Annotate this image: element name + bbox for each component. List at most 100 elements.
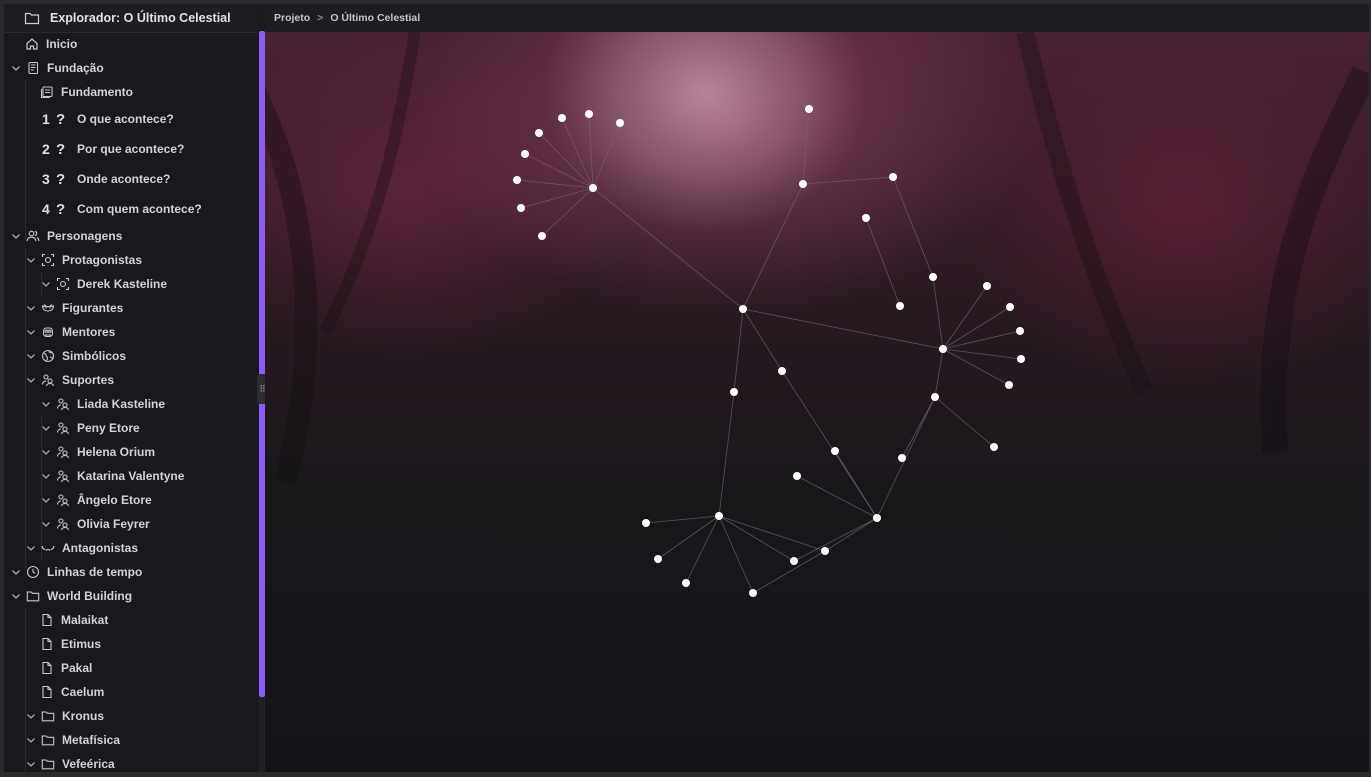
tree-item-protagonistas[interactable]: Protagonistas (4, 248, 258, 272)
graph-node[interactable] (873, 514, 881, 522)
graph-node[interactable] (805, 105, 813, 113)
graph-node[interactable] (715, 512, 723, 520)
graph-node[interactable] (929, 273, 937, 281)
tree-item-label: Caelum (61, 685, 105, 699)
people-icon (56, 446, 70, 459)
graph-node[interactable] (739, 305, 747, 313)
graph-node[interactable] (749, 589, 757, 597)
tree-item-fundamento[interactable]: Fundamento (4, 80, 258, 104)
chevron-down-icon (27, 546, 35, 551)
graph-edge (733, 308, 744, 393)
graph-edge (588, 113, 594, 189)
tree-item-helena-orium[interactable]: Helena Orium (4, 440, 258, 464)
graph-node[interactable] (730, 388, 738, 396)
graph-node[interactable] (793, 472, 801, 480)
breadcrumb-root[interactable]: Projeto (274, 12, 310, 24)
graph-edge (718, 515, 826, 552)
graph-node[interactable] (642, 519, 650, 527)
graph-node[interactable] (1017, 355, 1025, 363)
graph-node[interactable] (778, 367, 786, 375)
tree-item-katarina-valentyne[interactable]: Katarina Valentyne (4, 464, 258, 488)
graph-node[interactable] (862, 214, 870, 222)
question-mark-icon: ? (56, 110, 66, 128)
graph-svg[interactable] (265, 32, 1369, 772)
graph-edge (942, 348, 1010, 386)
chevron-down-icon (27, 714, 35, 719)
tree-item-question-4[interactable]: 4 ? Com quem acontece? (4, 194, 258, 224)
graph-edge (901, 396, 936, 459)
graph-node[interactable] (682, 579, 690, 587)
tree-item-label: Simbólicos (62, 349, 127, 363)
graph-node[interactable] (821, 547, 829, 555)
tree-item-suportes[interactable]: Suportes (4, 368, 258, 392)
chevron-down-icon (42, 522, 50, 527)
graph-node[interactable] (799, 180, 807, 188)
graph-node[interactable] (898, 454, 906, 462)
tree-item-label: Suportes (62, 373, 115, 387)
graph-edge (718, 391, 735, 517)
graph-view[interactable] (265, 32, 1369, 772)
question-number: 1 (42, 111, 50, 127)
tree-item-etimus[interactable]: Etimus (4, 632, 258, 656)
graph-node[interactable] (517, 204, 525, 212)
tree-item-metafisica[interactable]: Metafísica (4, 728, 258, 752)
tree-item-label: Pakal (61, 661, 93, 675)
graph-node[interactable] (558, 114, 566, 122)
question-number: 2 (42, 141, 50, 157)
graph-node[interactable] (931, 393, 939, 401)
tree-item-olivia-feyrer[interactable]: Olivia Feyrer (4, 512, 258, 536)
tree-item-inicio[interactable]: Inicio (4, 32, 258, 56)
target-icon (56, 277, 70, 291)
tree-item-label: Protagonistas (62, 253, 143, 267)
tree-item-question-3[interactable]: 3 ? Onde acontece? (4, 164, 258, 194)
tree-item-pakal[interactable]: Pakal (4, 656, 258, 680)
graph-node[interactable] (589, 184, 597, 192)
question-mark-icon: ? (56, 140, 66, 158)
graph-node[interactable] (538, 232, 546, 240)
tree-item-mentores[interactable]: Mentores (4, 320, 258, 344)
graph-node[interactable] (889, 173, 897, 181)
tree-item-simbolicos[interactable]: Simbólicos (4, 344, 258, 368)
graph-node[interactable] (990, 443, 998, 451)
tree-item-caelum[interactable]: Caelum (4, 680, 258, 704)
horns-icon (41, 545, 55, 551)
graph-node[interactable] (896, 302, 904, 310)
graph-node[interactable] (513, 176, 521, 184)
graph-node[interactable] (521, 150, 529, 158)
graph-node[interactable] (1006, 303, 1014, 311)
tree-item-malaikat[interactable]: Malaikat (4, 608, 258, 632)
folder-icon (41, 735, 55, 746)
graph-edge (942, 348, 1022, 360)
graph-node[interactable] (616, 119, 624, 127)
target-icon (41, 253, 55, 267)
tree-item-vefeerica[interactable]: Vefeérica (4, 752, 258, 772)
tree-item-figurantes[interactable]: Figurantes (4, 296, 258, 320)
tree-item-antagonistas[interactable]: Antagonistas (4, 536, 258, 560)
tree-item-world-building[interactable]: World Building (4, 584, 258, 608)
graph-node[interactable] (831, 447, 839, 455)
graph-edge (793, 517, 878, 562)
graph-node[interactable] (585, 110, 593, 118)
graph-node[interactable] (1005, 381, 1013, 389)
tree-item-label: Onde acontece? (77, 172, 171, 186)
tree-item-linhas-de-tempo[interactable]: Linhas de tempo (4, 560, 258, 584)
tree-item-label: Metafísica (62, 733, 121, 747)
graph-node[interactable] (654, 555, 662, 563)
chevron-down-icon (12, 234, 20, 239)
graph-node[interactable] (939, 345, 947, 353)
graph-node[interactable] (790, 557, 798, 565)
tree-item-angelo-etore[interactable]: Ângelo Etore (4, 488, 258, 512)
tree-item-peny-etore[interactable]: Peny Etore (4, 416, 258, 440)
people-icon (56, 494, 70, 507)
tree-item-personagens[interactable]: Personagens (4, 224, 258, 248)
tree-item-question-2[interactable]: 2 ? Por que acontece? (4, 134, 258, 164)
tree-item-fundacao[interactable]: Fundação (4, 56, 258, 80)
breadcrumb-current[interactable]: O Último Celestial (330, 12, 420, 24)
tree-item-derek-kasteline[interactable]: Derek Kasteline (4, 272, 258, 296)
graph-node[interactable] (983, 282, 991, 290)
tree-item-kronus[interactable]: Kronus (4, 704, 258, 728)
graph-node[interactable] (535, 129, 543, 137)
graph-node[interactable] (1016, 327, 1024, 335)
tree-item-liada-kasteline[interactable]: Liada Kasteline (4, 392, 258, 416)
tree-item-question-1[interactable]: 1 ? O que acontece? (4, 104, 258, 134)
